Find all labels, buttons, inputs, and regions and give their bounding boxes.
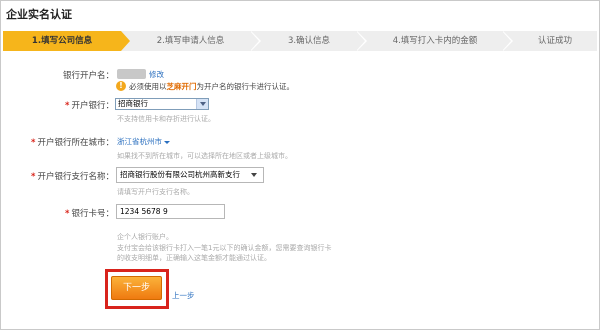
step-enter-amount: 4.填写打入卡内的金额 <box>392 36 478 46</box>
warning-icon: ! <box>116 81 126 91</box>
card-tip-verification-cont: 的收支明细单，正确输入这笔金额才能通过认证。 <box>117 254 271 262</box>
step-progress-bar: 1.填写公司信息 2.填写申请人信息 3.确认信息 4.填写打入卡内的金额 认证… <box>3 31 597 51</box>
step-success: 认证成功 <box>537 36 572 46</box>
step-applicant-info: 2.填写申请人信息 <box>156 36 225 46</box>
required-mark: * <box>65 101 70 111</box>
city-tip: 如果找不到所在城市，可以选择所在地区或者上级城市。 <box>117 152 292 160</box>
branch-tip: 请填写开户行支行名称。 <box>117 188 194 196</box>
city-label: * 开户银行所在城市： <box>31 138 114 148</box>
card-number-label: * 银行卡号： <box>65 209 114 219</box>
step-confirm-info: 3.确认信息 <box>287 36 331 46</box>
required-mark: * <box>31 172 36 182</box>
step-arrow <box>502 31 511 51</box>
bank-tip: 不支持信用卡和存折进行认证。 <box>117 115 215 123</box>
card-tip-verification: 支付宝会给该银行卡打入一笔1元以下的确认金额，您需要查询银行卡 <box>117 244 332 252</box>
previous-step-link[interactable]: 上一步 <box>172 290 195 301</box>
account-name-value-masked <box>117 69 146 79</box>
step-fill-company-info: 1.填写公司信息 <box>3 31 121 51</box>
caret-down-icon <box>164 140 170 144</box>
account-name-warning: 必须使用以芝麻开门为开户名的银行卡进行认证。 <box>129 82 294 91</box>
page-title: 企业实名认证 <box>6 8 72 21</box>
bank-select[interactable]: 招商银行 <box>115 98 209 110</box>
city-select[interactable]: 浙江省杭州市 <box>117 136 170 147</box>
bank-label: * 开户银行： <box>65 101 114 111</box>
step-arrow <box>356 31 365 51</box>
next-step-button[interactable]: 下一步 <box>111 276 162 300</box>
required-mark: * <box>31 138 36 148</box>
step-arrow <box>250 31 259 51</box>
branch-value: 招商银行股份有限公司杭州高新支行 <box>120 170 240 179</box>
step-arrow-active <box>121 31 130 51</box>
bank-select-value: 招商银行 <box>118 99 148 108</box>
required-mark: * <box>65 209 70 219</box>
modify-account-name-link[interactable]: 修改 <box>149 69 164 80</box>
branch-label: * 开户银行支行名称： <box>31 172 114 182</box>
card-number-input[interactable]: 1234 5678 9 <box>116 204 225 219</box>
company-name: 芝麻开门 <box>166 82 197 91</box>
triangle-down-icon[interactable] <box>251 173 257 177</box>
branch-combobox[interactable]: 招商银行股份有限公司杭州高新支行 <box>116 167 264 183</box>
chevron-down-icon[interactable] <box>196 99 208 109</box>
card-tip-account-type: 企个人银行账户。 <box>117 233 173 241</box>
account-name-label: 银行开户名： <box>62 71 114 81</box>
